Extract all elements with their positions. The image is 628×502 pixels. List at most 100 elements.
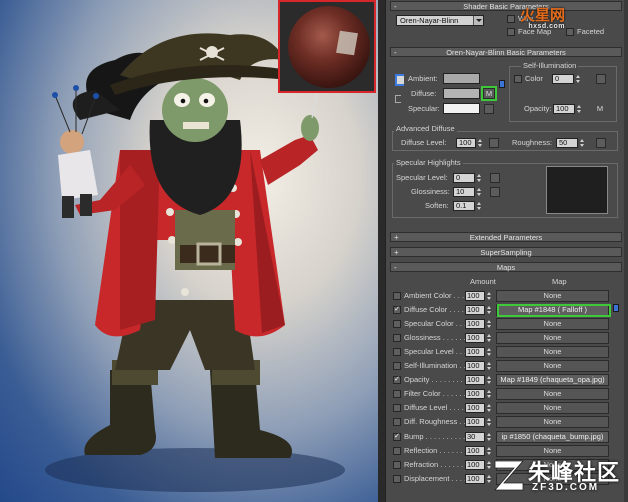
maps-amount-header: Amount xyxy=(470,277,496,286)
map-amount-value[interactable]: 100 xyxy=(465,389,485,400)
map-enable-checkbox[interactable] xyxy=(393,362,401,371)
map-amount-spinner-arrows[interactable] xyxy=(487,432,492,442)
roughness-map-button[interactable] xyxy=(596,138,606,148)
map-slot-label: Filter Color . . . . . . xyxy=(404,389,466,399)
specular-color-swatch[interactable] xyxy=(443,103,480,114)
map-amount-spinner-arrows[interactable] xyxy=(487,347,492,357)
self-illum-spinner-arrows[interactable] xyxy=(576,74,581,84)
reset-map-icon[interactable] xyxy=(499,80,505,88)
map-enable-checkbox[interactable] xyxy=(393,320,401,329)
rollout-onb-basic[interactable]: - Oren-Nayar-Blinn Basic Parameters xyxy=(390,47,622,57)
diffuse-level-map-button[interactable] xyxy=(489,138,499,148)
map-amount-spinner-arrows[interactable] xyxy=(487,305,492,315)
map-amount-spinner-arrows[interactable] xyxy=(487,361,492,371)
map-slot-button[interactable]: Map #1849 (chaqueta_opa.jpg) xyxy=(496,374,609,387)
map-amount-value[interactable]: 100 xyxy=(465,375,485,386)
map-enable-checkbox[interactable] xyxy=(393,404,401,413)
ambient-label: Ambient: xyxy=(408,74,438,83)
map-amount-value[interactable]: 100 xyxy=(465,417,485,428)
self-illum-map-button[interactable] xyxy=(596,74,606,84)
map-amount-spinner-arrows[interactable] xyxy=(487,403,492,413)
map-slot-button[interactable]: None xyxy=(496,402,609,415)
map-amount-value[interactable]: 100 xyxy=(465,319,485,330)
map-amount-value[interactable]: 100 xyxy=(465,361,485,372)
map-slot-button[interactable]: None xyxy=(496,346,609,359)
glossiness-value[interactable]: 10 xyxy=(453,187,475,197)
specular-level-map-button[interactable] xyxy=(490,173,500,183)
lock-ambient-diffuse-icon[interactable] xyxy=(395,74,404,86)
soften-value[interactable]: 0.1 xyxy=(453,201,475,211)
map-enable-checkbox[interactable]: ✓ xyxy=(393,376,401,385)
map-slot-button[interactable]: None xyxy=(496,388,609,401)
advanced-diffuse-title: Advanced Diffuse xyxy=(394,124,457,133)
rollout-extended-parameters[interactable]: + Extended Parameters xyxy=(390,232,622,242)
panel-scrollbar[interactable] xyxy=(624,0,628,502)
lock-diffuse-specular-icon[interactable] xyxy=(395,95,401,103)
rollout-shader-basic[interactable]: - Shader Basic Parameters xyxy=(390,1,622,11)
map-amount-value[interactable]: 100 xyxy=(465,445,485,456)
map-amount-value[interactable]: 100 xyxy=(465,305,485,316)
map-amount-value[interactable]: 100 xyxy=(465,459,485,470)
map-slot-button[interactable]: None xyxy=(496,416,609,429)
faceted-checkbox[interactable] xyxy=(566,28,574,36)
ambient-color-swatch[interactable] xyxy=(443,73,480,84)
map-slot-button[interactable]: None xyxy=(496,318,609,331)
map-amount-spinner-arrows[interactable] xyxy=(487,333,492,343)
map-enable-checkbox[interactable] xyxy=(393,418,401,427)
map-amount-value[interactable]: 100 xyxy=(465,333,485,344)
shader-type-dropdown[interactable]: Oren-Nayar-Blinn xyxy=(396,15,484,26)
map-amount-value[interactable]: 100 xyxy=(465,473,485,484)
map-amount-spinner-arrows[interactable] xyxy=(487,375,492,385)
diffuse-color-swatch[interactable] xyxy=(443,88,480,99)
rollout-maps[interactable]: - Maps xyxy=(390,262,622,272)
roughness-spinner-arrows[interactable] xyxy=(580,138,585,148)
map-enable-checkbox[interactable] xyxy=(393,292,401,300)
diffuse-level-value[interactable]: 100 xyxy=(456,138,476,148)
glossiness-spinner-arrows[interactable] xyxy=(477,187,482,197)
glossiness-map-button[interactable] xyxy=(490,187,500,197)
opacity-map-button[interactable]: M xyxy=(594,104,606,115)
map-amount-spinner-arrows[interactable] xyxy=(487,417,492,427)
opacity-spinner-arrows[interactable] xyxy=(577,104,582,114)
material-editor-panel: - Shader Basic Parameters Oren-Nayar-Bli… xyxy=(385,0,628,502)
soften-spinner-arrows[interactable] xyxy=(477,201,482,211)
roughness-value[interactable]: 50 xyxy=(556,138,578,148)
map-row: Specular Color . . . 100 None xyxy=(390,317,622,331)
rollout-supersampling[interactable]: + SuperSampling xyxy=(390,247,622,257)
map-enable-checkbox[interactable] xyxy=(393,334,401,343)
map-amount-spinner-arrows[interactable] xyxy=(487,319,492,329)
face-map-checkbox[interactable] xyxy=(507,28,515,36)
chevron-down-icon xyxy=(473,16,483,25)
map-row: Diff. Roughness . . . 100 None xyxy=(390,415,622,429)
diffuse-level-spinner-arrows[interactable] xyxy=(478,138,483,148)
map-amount-spinner-arrows[interactable] xyxy=(487,291,492,301)
self-illum-value[interactable]: 0 xyxy=(552,74,574,84)
map-amount-value[interactable]: 30 xyxy=(465,431,485,442)
map-slot-button[interactable]: None xyxy=(496,360,609,373)
map-amount-spinner-arrows[interactable] xyxy=(487,389,492,399)
map-enable-checkbox[interactable]: ✓ xyxy=(393,306,401,315)
panel-separator xyxy=(378,0,385,502)
zf3d-watermark-en: ZF3D.COM xyxy=(532,482,600,493)
map-enable-checkbox[interactable] xyxy=(393,474,401,483)
soften-label: Soften: xyxy=(425,201,449,210)
map-enable-checkbox[interactable] xyxy=(393,460,401,469)
opacity-value[interactable]: 100 xyxy=(553,104,575,114)
map-amount-value[interactable]: 100 xyxy=(465,291,485,301)
map-slot-button[interactable]: ip #1850 (chaqueta_bump.jpg) xyxy=(496,430,609,443)
map-enable-checkbox[interactable] xyxy=(393,348,401,357)
map-enable-checkbox[interactable] xyxy=(393,390,401,399)
specular-level-spinner-arrows[interactable] xyxy=(477,173,482,183)
map-amount-value[interactable]: 100 xyxy=(465,347,485,358)
specular-level-value[interactable]: 0 xyxy=(453,173,475,183)
wire-checkbox[interactable] xyxy=(507,15,515,23)
map-row: ✓ Bump . . . . . . . . . . 30 ip #1850 (cha… xyxy=(390,430,622,444)
map-slot-button[interactable]: None xyxy=(496,332,609,345)
specular-map-button[interactable] xyxy=(484,104,494,114)
self-illum-color-checkbox[interactable] xyxy=(514,75,522,83)
map-slot-button[interactable]: None xyxy=(496,290,609,302)
map-amount-value[interactable]: 100 xyxy=(465,403,485,414)
specular-highlights-title: Specular Highlights xyxy=(394,158,463,167)
map-enable-checkbox[interactable] xyxy=(393,446,401,455)
map-enable-checkbox[interactable]: ✓ xyxy=(393,432,401,441)
